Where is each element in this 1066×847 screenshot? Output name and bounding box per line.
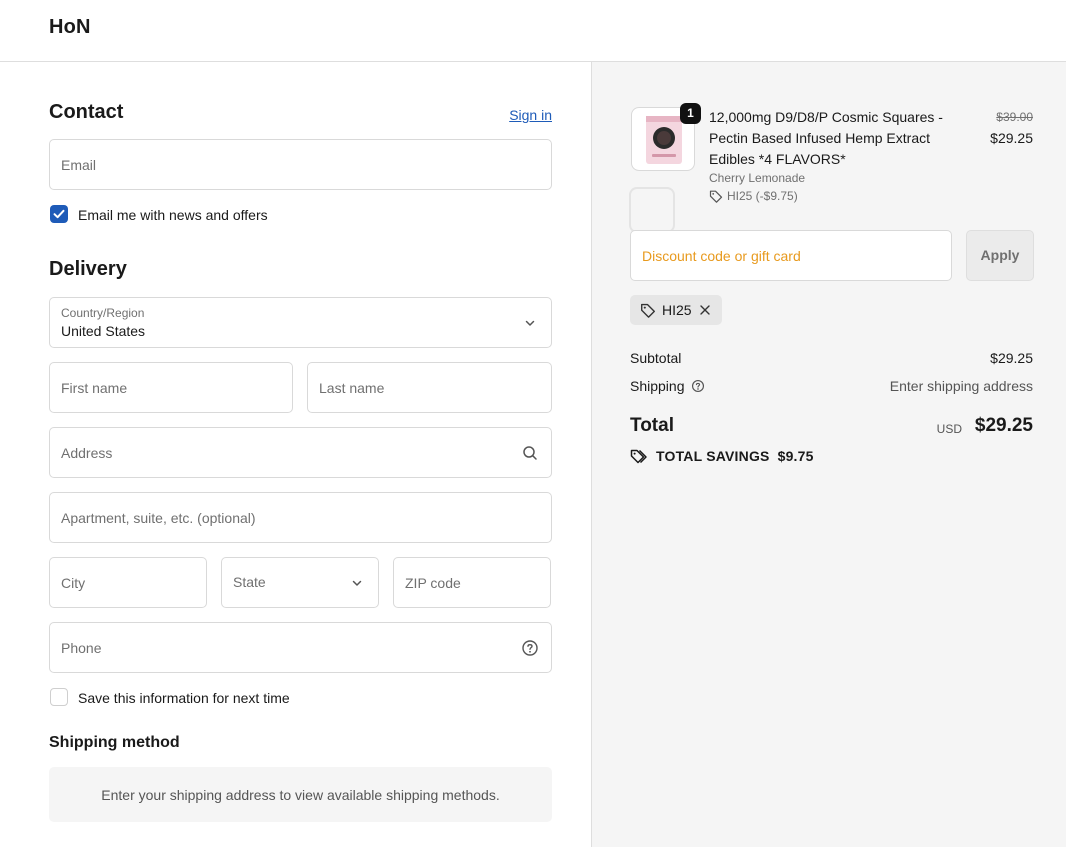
- chevron-down-icon: [525, 320, 535, 326]
- last-name-field[interactable]: Last name: [307, 362, 552, 413]
- save-info-label: Save this information for next time: [78, 690, 290, 706]
- state-select[interactable]: State: [221, 557, 379, 608]
- quantity-badge: 1: [680, 103, 701, 124]
- shipping-method-title: Shipping method: [49, 734, 180, 751]
- product-variant: Cherry Lemonade: [709, 171, 806, 185]
- zip-field[interactable]: ZIP code: [393, 557, 551, 608]
- search-icon[interactable]: [521, 444, 539, 462]
- shipping-row: Shipping: [630, 378, 705, 394]
- contact-title: Contact: [49, 101, 124, 123]
- last-name-placeholder: Last name: [319, 380, 385, 396]
- chevron-down-icon: [352, 580, 362, 586]
- shipping-label: Shipping: [630, 378, 685, 394]
- savings-label: TOTAL SAVINGS: [656, 448, 770, 464]
- shipping-method-notice: Enter your shipping address to view avai…: [49, 767, 552, 822]
- tag-icon: [709, 190, 723, 203]
- zip-placeholder: ZIP code: [405, 575, 461, 591]
- address-placeholder: Address: [61, 445, 113, 461]
- total-label: Total: [630, 415, 674, 436]
- item-discount: HI25 (-$9.75): [709, 189, 798, 203]
- placeholder-thumbnail: [629, 187, 675, 233]
- country-value: United States: [61, 323, 146, 339]
- phone-field[interactable]: Phone: [49, 622, 552, 673]
- apartment-field[interactable]: Apartment, suite, etc. (optional): [49, 492, 552, 543]
- discount-placeholder: Discount code or gift card: [642, 248, 801, 264]
- original-price: $39.00: [996, 110, 1033, 124]
- savings-value: $9.75: [777, 448, 814, 464]
- state-placeholder: State: [233, 574, 266, 590]
- subtotal-row: Subtotal: [630, 350, 681, 366]
- close-icon[interactable]: [698, 303, 712, 317]
- product-name: 12,000mg D9/D8/P Cosmic Squares - Pectin…: [709, 109, 943, 167]
- checkout-form: Contact Sign in Email Email me with news…: [0, 62, 591, 847]
- city-field[interactable]: City: [49, 557, 207, 608]
- save-info-checkbox[interactable]: [50, 688, 68, 706]
- discount-code-input[interactable]: Discount code or gift card: [630, 230, 952, 281]
- apply-button[interactable]: Apply: [966, 230, 1034, 281]
- savings-tag-icon: [630, 449, 647, 464]
- subtotal-value: $29.25: [990, 350, 1033, 366]
- order-summary: 1 12,000mg D9/D8/P Cosmic Squares - Pect…: [591, 62, 1066, 847]
- applied-discount-chip: HI25: [630, 295, 722, 325]
- country-select[interactable]: Country/Region United States: [49, 297, 552, 348]
- email-placeholder: Email: [61, 157, 97, 173]
- item-discount-label: HI25 (-$9.75): [727, 189, 798, 203]
- header: HoN: [0, 0, 1066, 62]
- email-field[interactable]: Email: [49, 139, 552, 190]
- newsletter-checkbox[interactable]: [50, 205, 68, 223]
- subtotal-label: Subtotal: [630, 350, 682, 366]
- first-name-placeholder: First name: [61, 380, 128, 396]
- city-placeholder: City: [61, 575, 86, 591]
- sign-in-link[interactable]: Sign in: [509, 107, 552, 123]
- total-currency: USD: [936, 422, 962, 436]
- delivery-title: Delivery: [49, 258, 127, 280]
- help-icon[interactable]: [521, 639, 539, 657]
- brand-logo[interactable]: HoN: [49, 16, 91, 39]
- discounted-price: $29.25: [990, 130, 1033, 146]
- applied-code: HI25: [662, 302, 692, 318]
- phone-placeholder: Phone: [61, 640, 102, 656]
- check-icon: [53, 209, 65, 219]
- apartment-placeholder: Apartment, suite, etc. (optional): [61, 510, 256, 526]
- address-field[interactable]: Address: [49, 427, 552, 478]
- tag-icon: [641, 303, 655, 318]
- newsletter-label: Email me with news and offers: [78, 207, 268, 223]
- help-icon[interactable]: [691, 379, 705, 393]
- shipping-value: Enter shipping address: [889, 378, 1033, 394]
- shipping-method-message: Enter your shipping address to view avai…: [101, 787, 500, 803]
- total-value: $29.25: [974, 415, 1033, 436]
- country-label: Country/Region: [61, 306, 145, 320]
- total-savings: TOTAL SAVINGS $9.75: [630, 448, 814, 464]
- first-name-field[interactable]: First name: [49, 362, 293, 413]
